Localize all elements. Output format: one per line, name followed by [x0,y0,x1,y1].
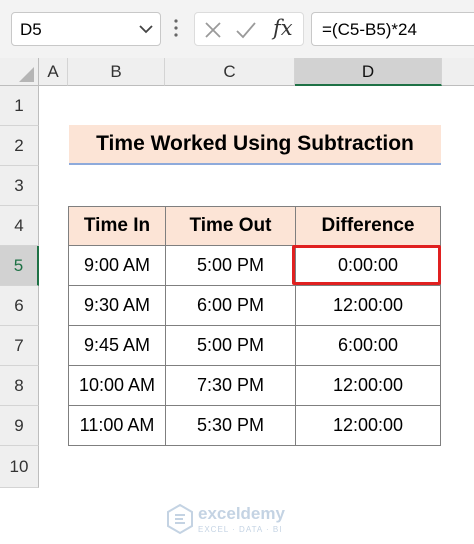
row-header-8[interactable]: 8 [0,366,39,406]
select-all-corner[interactable] [0,58,39,86]
difference-cell[interactable]: 12:00:00 [295,405,441,446]
cancel-icon[interactable] [203,20,223,45]
time-out-cell[interactable]: 6:00 PM [165,285,296,326]
difference-cell[interactable]: 12:00:00 [295,285,441,326]
table-row: 10:00 AM 7:30 PM 12:00:00 [68,365,441,406]
time-out-cell[interactable]: 5:00 PM [165,325,296,366]
sheet-title[interactable]: Time Worked Using Subtraction [69,125,441,165]
time-in-cell[interactable]: 9:00 AM [68,245,166,286]
time-in-cell[interactable]: 9:45 AM [68,325,166,366]
table-row: 9:45 AM 5:00 PM 6:00:00 [68,325,441,366]
time-out-cell[interactable]: 7:30 PM [165,365,296,406]
worksheet-grid: A B C D 1 2 3 4 5 6 7 8 9 10 Time Worked… [0,58,474,535]
svg-text:EXCEL · DATA · BI: EXCEL · DATA · BI [198,525,282,534]
row-header-4[interactable]: 4 [0,206,39,246]
formula-text: =(C5-B5)*24 [322,20,417,39]
header-time-out[interactable]: Time Out [165,206,296,246]
column-header-a[interactable]: A [39,58,68,86]
difference-cell[interactable]: 12:00:00 [295,365,441,406]
time-in-cell[interactable]: 11:00 AM [68,405,166,446]
header-difference[interactable]: Difference [295,206,441,246]
svg-text:exceldemy: exceldemy [198,504,285,523]
name-box-value: D5 [20,20,42,39]
table-row: 9:30 AM 6:00 PM 12:00:00 [68,285,441,326]
formula-actions: fx [194,12,304,46]
highlighted-cell-box [292,245,441,285]
column-header-d[interactable]: D [295,58,442,86]
more-options-icon[interactable] [173,15,179,46]
row-header-5[interactable]: 5 [0,246,39,286]
exceldemy-watermark: exceldemy EXCEL · DATA · BI [166,499,316,544]
time-in-cell[interactable]: 9:30 AM [68,285,166,326]
row-header-2[interactable]: 2 [0,126,39,166]
row-header-7[interactable]: 7 [0,326,39,366]
row-header-10[interactable]: 10 [0,446,39,488]
time-out-cell[interactable]: 5:00 PM [165,245,296,286]
column-header-e[interactable] [442,58,474,86]
name-box[interactable]: D5 [11,12,161,46]
insert-function-icon[interactable]: fx [273,16,293,40]
chevron-down-icon[interactable] [138,22,154,41]
time-out-cell[interactable]: 5:30 PM [165,405,296,446]
header-time-in[interactable]: Time In [68,206,166,246]
row-header-1[interactable]: 1 [0,86,39,126]
formula-bar: D5 fx =(C5-B5)*24 [0,0,474,58]
formula-input[interactable]: =(C5-B5)*24 [311,12,474,46]
column-header-c[interactable]: C [165,58,295,86]
table-row: 11:00 AM 5:30 PM 12:00:00 [68,405,441,446]
time-in-cell[interactable]: 10:00 AM [68,365,166,406]
difference-cell[interactable]: 6:00:00 [295,325,441,366]
table-header-row: Time In Time Out Difference [68,206,441,246]
row-header-6[interactable]: 6 [0,286,39,326]
enter-check-icon[interactable] [235,20,257,45]
column-header-b[interactable]: B [68,58,165,86]
exceldemy-logo-icon [167,503,193,535]
row-header-3[interactable]: 3 [0,166,39,206]
time-table: Time In Time Out Difference 9:00 AM 5:00… [68,206,441,446]
row-header-9[interactable]: 9 [0,406,39,446]
